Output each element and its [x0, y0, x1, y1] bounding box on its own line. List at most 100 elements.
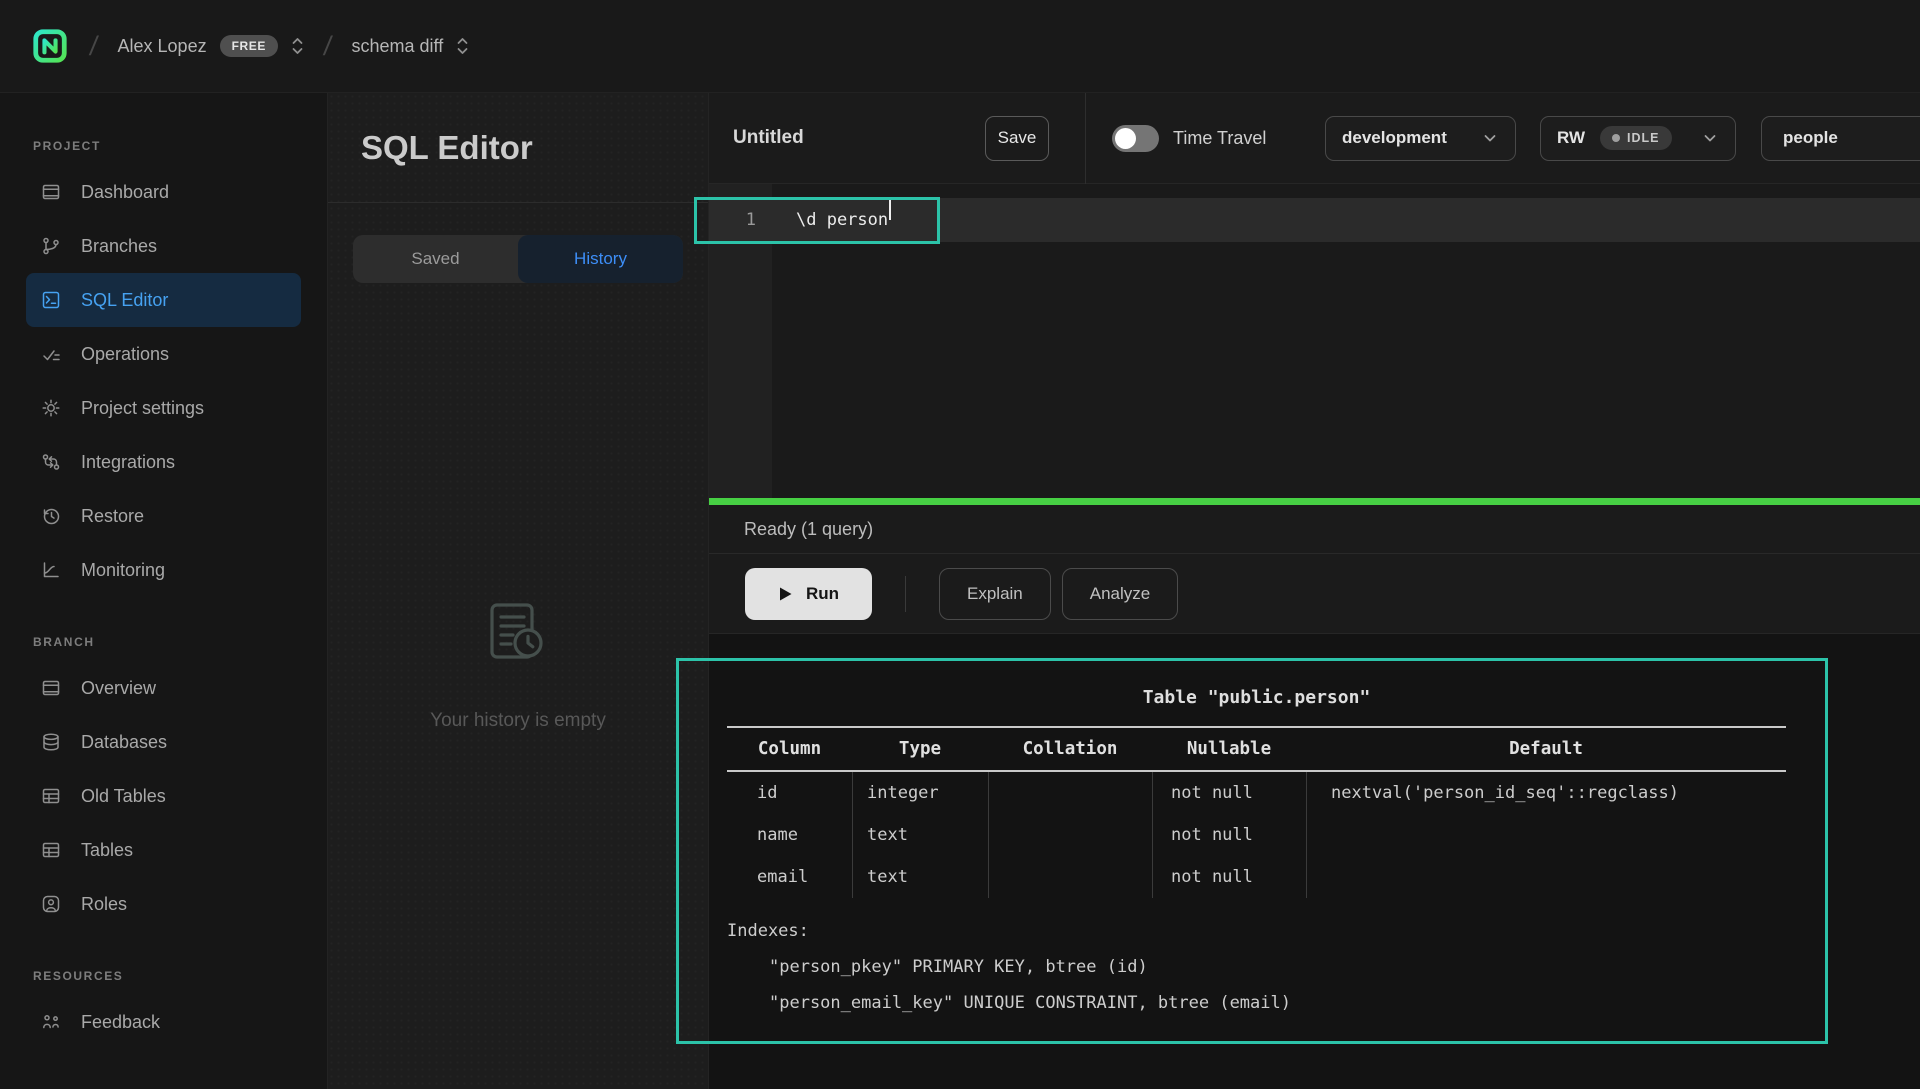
- cell-default: [1306, 814, 1786, 856]
- sidebar-item-label: Monitoring: [81, 560, 165, 581]
- sidebar-item-label: Old Tables: [81, 786, 166, 807]
- sidebar-item-dashboard[interactable]: Dashboard: [26, 165, 301, 219]
- dashboard-icon: [40, 181, 62, 203]
- time-travel-label: Time Travel: [1173, 128, 1268, 149]
- run-label: Run: [806, 584, 839, 604]
- explain-button[interactable]: Explain: [939, 568, 1051, 620]
- cell-nullable: not null: [1152, 814, 1306, 856]
- people-icon: [40, 1011, 62, 1033]
- code-line-1[interactable]: 1 \d person: [709, 198, 1920, 242]
- line-number: 1: [709, 198, 772, 242]
- table-icon: [40, 785, 62, 807]
- code-text: \d person: [772, 198, 888, 242]
- page-title: SQL Editor: [361, 129, 533, 167]
- column-header: Nullable: [1152, 728, 1306, 770]
- sidebar-item-monitoring[interactable]: Monitoring: [26, 543, 301, 597]
- sidebar-item-restore[interactable]: Restore: [26, 489, 301, 543]
- database-icon: [40, 731, 62, 753]
- breadcrumb-separator: /: [322, 31, 334, 62]
- document-clock-icon: [474, 595, 562, 688]
- branch-select-value: development: [1342, 128, 1447, 148]
- gear-icon: [40, 397, 62, 419]
- cell-nullable: not null: [1152, 856, 1306, 898]
- toggle-knob: [1115, 128, 1136, 149]
- chevron-updown-icon[interactable]: [291, 35, 304, 57]
- user-badge-icon: [40, 893, 62, 915]
- saved-history-tabs: Saved History: [353, 235, 683, 283]
- time-travel-toggle[interactable]: [1112, 125, 1159, 152]
- sql-editor-panel: SQL Editor Saved History Your history is…: [328, 93, 709, 1089]
- window-icon: [40, 677, 62, 699]
- sidebar-item-databases[interactable]: Databases: [26, 715, 301, 769]
- chevron-down-icon: [1701, 129, 1719, 147]
- breadcrumb-org[interactable]: Alex Lopez FREE: [118, 35, 304, 57]
- sidebar-item-label: SQL Editor: [81, 290, 168, 311]
- column-header: Column: [727, 728, 852, 770]
- tab-saved[interactable]: Saved: [353, 235, 518, 283]
- code-editor[interactable]: 1 \d person: [709, 184, 1920, 498]
- indexes-block: Indexes: "person_pkey" PRIMARY KEY, btre…: [727, 913, 1786, 1021]
- sidebar-item-project-settings[interactable]: Project settings: [26, 381, 301, 435]
- checklist-icon: [40, 343, 62, 365]
- editor-toolbar: Untitled Save Time Travel development RW…: [709, 93, 1920, 184]
- sidebar-item-roles[interactable]: Roles: [26, 877, 301, 931]
- tab-history[interactable]: History: [518, 235, 683, 283]
- neon-logo[interactable]: [30, 26, 70, 66]
- chart-line-icon: [40, 559, 62, 581]
- database-select[interactable]: people: [1761, 116, 1920, 161]
- sidebar-item-integrations[interactable]: Integrations: [26, 435, 301, 489]
- plan-badge: FREE: [220, 35, 278, 57]
- database-select-value: people: [1783, 128, 1838, 148]
- sidebar-item-operations[interactable]: Operations: [26, 327, 301, 381]
- status-dot-icon: [1612, 134, 1620, 142]
- sidebar-item-old-tables[interactable]: Old Tables: [26, 769, 301, 823]
- compute-mode: RW: [1557, 128, 1585, 148]
- results-panel: Table "public.person" Column Type Collat…: [709, 634, 1920, 1089]
- sidebar-item-label: Overview: [81, 678, 156, 699]
- cell-collation: [988, 814, 1152, 856]
- sidebar-section-branch: BRANCH: [33, 635, 327, 649]
- query-status-text: Ready (1 query): [744, 519, 873, 540]
- history-empty-text: Your history is empty: [430, 710, 606, 732]
- table-header-row: Column Type Collation Nullable Default: [727, 728, 1786, 770]
- project-name: schema diff: [352, 36, 444, 57]
- sidebar-item-label: Operations: [81, 344, 169, 365]
- branch-select[interactable]: development: [1325, 116, 1516, 161]
- text-cursor: [889, 198, 891, 220]
- chevron-updown-icon[interactable]: [456, 35, 469, 57]
- table-body: id integer not null nextval('person_id_s…: [727, 772, 1786, 898]
- save-button[interactable]: Save: [985, 116, 1049, 161]
- cell-default: nextval('person_id_seq'::regclass): [1306, 772, 1786, 814]
- sidebar-item-label: Tables: [81, 840, 133, 861]
- sidebar-item-label: Restore: [81, 506, 144, 527]
- history-clock-icon: [40, 505, 62, 527]
- sql-editor-header: SQL Editor: [328, 93, 708, 203]
- cell-column: id: [727, 772, 852, 814]
- index-entry: "person_pkey" PRIMARY KEY, btree (id): [727, 949, 1786, 985]
- column-header: Collation: [988, 728, 1152, 770]
- sidebar-item-overview[interactable]: Overview: [26, 661, 301, 715]
- sidebar-item-branches[interactable]: Branches: [26, 219, 301, 273]
- cell-column: email: [727, 856, 852, 898]
- sidebar-item-sql-editor[interactable]: SQL Editor: [26, 273, 301, 327]
- sidebar-item-label: Roles: [81, 894, 127, 915]
- org-name: Alex Lopez: [118, 36, 207, 57]
- compute-select[interactable]: RW IDLE: [1540, 116, 1736, 161]
- sidebar-item-feedback[interactable]: Feedback: [26, 995, 301, 1049]
- terminal-icon: [40, 289, 62, 311]
- breadcrumb-separator: /: [88, 31, 100, 62]
- compute-status-text: IDLE: [1627, 131, 1659, 145]
- cell-type: text: [852, 856, 988, 898]
- analyze-button[interactable]: Analyze: [1062, 568, 1178, 620]
- history-empty-state: Your history is empty: [328, 595, 708, 732]
- run-button[interactable]: Run: [745, 568, 872, 620]
- breadcrumb-project[interactable]: schema diff: [352, 35, 470, 57]
- sidebar-item-tables[interactable]: Tables: [26, 823, 301, 877]
- cell-collation: [988, 856, 1152, 898]
- sidebar-item-label: Feedback: [81, 1012, 160, 1033]
- query-tab-title: Untitled: [733, 127, 985, 149]
- table-title: Table "public.person": [727, 686, 1786, 710]
- table-icon: [40, 839, 62, 861]
- column-header: Type: [852, 728, 988, 770]
- sidebar-section-resources: RESOURCES: [33, 969, 327, 983]
